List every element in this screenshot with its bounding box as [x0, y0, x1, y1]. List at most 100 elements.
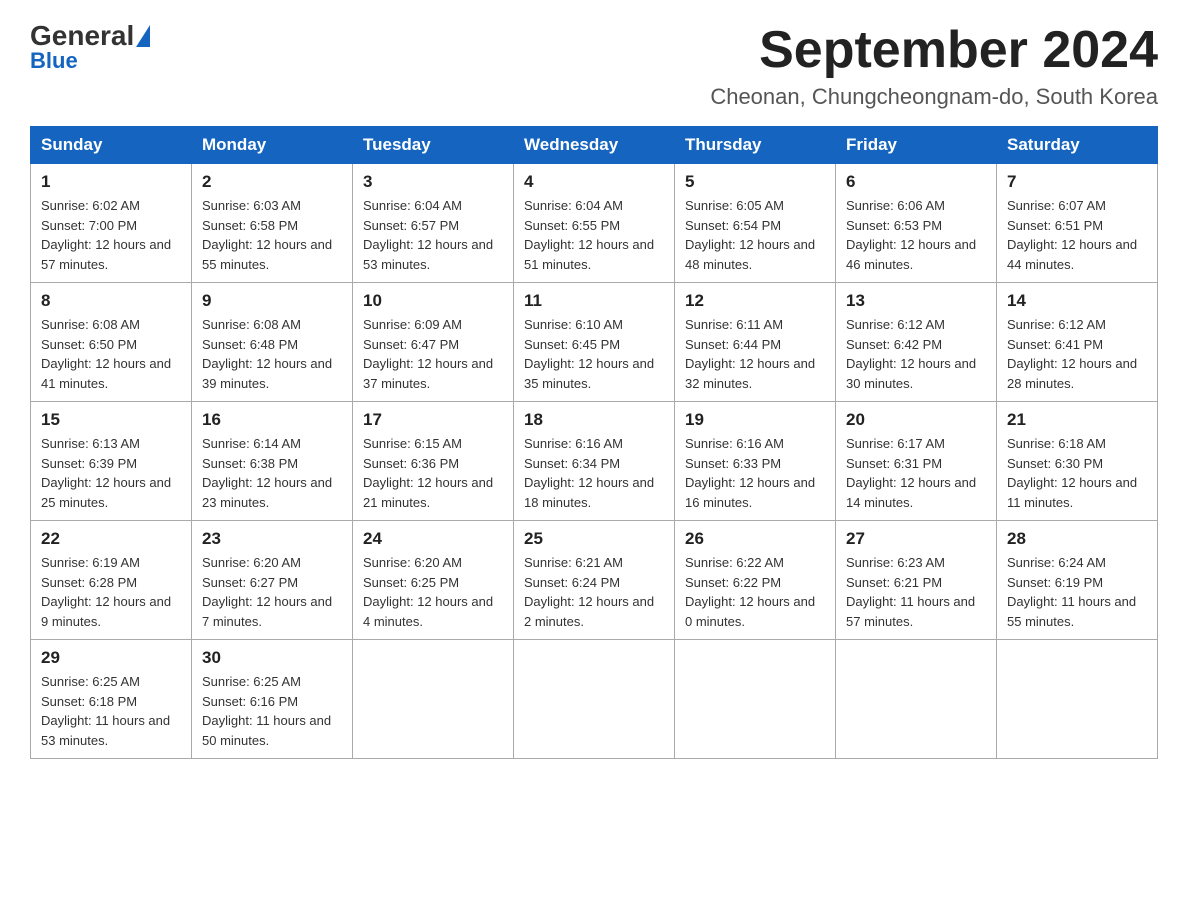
weekday-header-friday: Friday [836, 127, 997, 164]
day-info: Sunrise: 6:20 AMSunset: 6:25 PMDaylight:… [363, 553, 503, 631]
day-info: Sunrise: 6:16 AMSunset: 6:33 PMDaylight:… [685, 434, 825, 512]
calendar-cell: 30 Sunrise: 6:25 AMSunset: 6:16 PMDayligh… [192, 640, 353, 759]
calendar-week-1: 1 Sunrise: 6:02 AMSunset: 7:00 PMDaylight… [31, 164, 1158, 283]
day-number: 10 [363, 291, 503, 311]
day-number: 18 [524, 410, 664, 430]
day-number: 24 [363, 529, 503, 549]
day-info: Sunrise: 6:07 AMSunset: 6:51 PMDaylight:… [1007, 196, 1147, 274]
title-section: September 2024 Cheonan, Chungcheongnam-d… [710, 20, 1158, 110]
day-number: 23 [202, 529, 342, 549]
calendar-cell: 24 Sunrise: 6:20 AMSunset: 6:25 PMDayligh… [353, 521, 514, 640]
day-number: 14 [1007, 291, 1147, 311]
day-info: Sunrise: 6:12 AMSunset: 6:42 PMDaylight:… [846, 315, 986, 393]
day-info: Sunrise: 6:11 AMSunset: 6:44 PMDaylight:… [685, 315, 825, 393]
day-info: Sunrise: 6:09 AMSunset: 6:47 PMDaylight:… [363, 315, 503, 393]
calendar-week-2: 8Sunrise: 6:08 AMSunset: 6:50 PMDaylight… [31, 283, 1158, 402]
calendar-cell: 19 Sunrise: 6:16 AMSunset: 6:33 PMDayligh… [675, 402, 836, 521]
calendar-cell: 3Sunrise: 6:04 AMSunset: 6:57 PMDaylight… [353, 164, 514, 283]
day-info: Sunrise: 6:10 AMSunset: 6:45 PMDaylight:… [524, 315, 664, 393]
day-number: 7 [1007, 172, 1147, 192]
day-number: 28 [1007, 529, 1147, 549]
calendar-cell [353, 640, 514, 759]
day-number: 1 [41, 172, 181, 192]
day-info: Sunrise: 6:16 AMSunset: 6:34 PMDaylight:… [524, 434, 664, 512]
day-info: Sunrise: 6:20 AMSunset: 6:27 PMDaylight:… [202, 553, 342, 631]
calendar-cell: 21 Sunrise: 6:18 AMSunset: 6:30 PMDayligh… [997, 402, 1158, 521]
day-info: Sunrise: 6:19 AMSunset: 6:28 PMDaylight:… [41, 553, 181, 631]
page-header: General Blue September 2024 Cheonan, Chu… [30, 20, 1158, 110]
day-info: Sunrise: 6:08 AMSunset: 6:48 PMDaylight:… [202, 315, 342, 393]
logo: General Blue [30, 20, 150, 74]
day-info: Sunrise: 6:14 AMSunset: 6:38 PMDaylight:… [202, 434, 342, 512]
calendar-cell: 16Sunrise: 6:14 AMSunset: 6:38 PMDayligh… [192, 402, 353, 521]
calendar-cell: 17 Sunrise: 6:15 AMSunset: 6:36 PMDayligh… [353, 402, 514, 521]
calendar-cell: 20Sunrise: 6:17 AMSunset: 6:31 PMDayligh… [836, 402, 997, 521]
calendar-cell: 23 Sunrise: 6:20 AMSunset: 6:27 PMDayligh… [192, 521, 353, 640]
day-info: Sunrise: 6:04 AMSunset: 6:57 PMDaylight:… [363, 196, 503, 274]
weekday-header-wednesday: Wednesday [514, 127, 675, 164]
calendar-week-4: 22 Sunrise: 6:19 AMSunset: 6:28 PMDayligh… [31, 521, 1158, 640]
calendar-cell: 8Sunrise: 6:08 AMSunset: 6:50 PMDaylight… [31, 283, 192, 402]
calendar-cell: 25 Sunrise: 6:21 AMSunset: 6:24 PMDayligh… [514, 521, 675, 640]
weekday-header-thursday: Thursday [675, 127, 836, 164]
calendar-cell: 14 Sunrise: 6:12 AMSunset: 6:41 PMDayligh… [997, 283, 1158, 402]
calendar-week-3: 15Sunrise: 6:13 AMSunset: 6:39 PMDayligh… [31, 402, 1158, 521]
calendar-cell: 22 Sunrise: 6:19 AMSunset: 6:28 PMDayligh… [31, 521, 192, 640]
logo-blue: Blue [30, 48, 78, 74]
calendar-cell: 28Sunrise: 6:24 AMSunset: 6:19 PMDayligh… [997, 521, 1158, 640]
location: Cheonan, Chungcheongnam-do, South Korea [710, 84, 1158, 110]
calendar-cell: 12 Sunrise: 6:11 AMSunset: 6:44 PMDayligh… [675, 283, 836, 402]
day-info: Sunrise: 6:13 AMSunset: 6:39 PMDaylight:… [41, 434, 181, 512]
calendar-cell: 10 Sunrise: 6:09 AMSunset: 6:47 PMDayligh… [353, 283, 514, 402]
calendar-cell: 9Sunrise: 6:08 AMSunset: 6:48 PMDaylight… [192, 283, 353, 402]
day-number: 19 [685, 410, 825, 430]
day-number: 6 [846, 172, 986, 192]
calendar-cell [997, 640, 1158, 759]
day-info: Sunrise: 6:12 AMSunset: 6:41 PMDaylight:… [1007, 315, 1147, 393]
calendar-cell: 6 Sunrise: 6:06 AMSunset: 6:53 PMDaylight… [836, 164, 997, 283]
day-number: 17 [363, 410, 503, 430]
day-number: 12 [685, 291, 825, 311]
calendar-cell [675, 640, 836, 759]
day-info: Sunrise: 6:22 AMSunset: 6:22 PMDaylight:… [685, 553, 825, 631]
weekday-header-tuesday: Tuesday [353, 127, 514, 164]
day-info: Sunrise: 6:15 AMSunset: 6:36 PMDaylight:… [363, 434, 503, 512]
day-info: Sunrise: 6:06 AMSunset: 6:53 PMDaylight:… [846, 196, 986, 274]
day-info: Sunrise: 6:21 AMSunset: 6:24 PMDaylight:… [524, 553, 664, 631]
month-title: September 2024 [710, 20, 1158, 80]
day-number: 22 [41, 529, 181, 549]
day-number: 29 [41, 648, 181, 668]
day-number: 4 [524, 172, 664, 192]
day-number: 5 [685, 172, 825, 192]
calendar-cell: 13 Sunrise: 6:12 AMSunset: 6:42 PMDayligh… [836, 283, 997, 402]
calendar-cell: 27Sunrise: 6:23 AMSunset: 6:21 PMDayligh… [836, 521, 997, 640]
calendar-table: SundayMondayTuesdayWednesdayThursdayFrid… [30, 126, 1158, 759]
calendar-cell: 15Sunrise: 6:13 AMSunset: 6:39 PMDayligh… [31, 402, 192, 521]
day-info: Sunrise: 6:17 AMSunset: 6:31 PMDaylight:… [846, 434, 986, 512]
day-info: Sunrise: 6:25 AMSunset: 6:16 PMDaylight:… [202, 672, 342, 750]
calendar-cell: 5 Sunrise: 6:05 AMSunset: 6:54 PMDaylight… [675, 164, 836, 283]
weekday-header-saturday: Saturday [997, 127, 1158, 164]
day-number: 27 [846, 529, 986, 549]
day-info: Sunrise: 6:18 AMSunset: 6:30 PMDaylight:… [1007, 434, 1147, 512]
calendar-cell: 7 Sunrise: 6:07 AMSunset: 6:51 PMDaylight… [997, 164, 1158, 283]
day-info: Sunrise: 6:03 AMSunset: 6:58 PMDaylight:… [202, 196, 342, 274]
weekday-header-sunday: Sunday [31, 127, 192, 164]
calendar-week-5: 29Sunrise: 6:25 AMSunset: 6:18 PMDayligh… [31, 640, 1158, 759]
calendar-cell: 18 Sunrise: 6:16 AMSunset: 6:34 PMDayligh… [514, 402, 675, 521]
day-number: 26 [685, 529, 825, 549]
day-number: 21 [1007, 410, 1147, 430]
day-info: Sunrise: 6:02 AMSunset: 7:00 PMDaylight:… [41, 196, 181, 274]
weekday-header-monday: Monday [192, 127, 353, 164]
calendar-cell: 4 Sunrise: 6:04 AMSunset: 6:55 PMDaylight… [514, 164, 675, 283]
day-info: Sunrise: 6:08 AMSunset: 6:50 PMDaylight:… [41, 315, 181, 393]
day-number: 13 [846, 291, 986, 311]
day-number: 25 [524, 529, 664, 549]
day-info: Sunrise: 6:05 AMSunset: 6:54 PMDaylight:… [685, 196, 825, 274]
calendar-cell [836, 640, 997, 759]
day-number: 30 [202, 648, 342, 668]
day-number: 11 [524, 291, 664, 311]
calendar-cell: 29Sunrise: 6:25 AMSunset: 6:18 PMDayligh… [31, 640, 192, 759]
calendar-cell: 26 Sunrise: 6:22 AMSunset: 6:22 PMDayligh… [675, 521, 836, 640]
day-info: Sunrise: 6:04 AMSunset: 6:55 PMDaylight:… [524, 196, 664, 274]
